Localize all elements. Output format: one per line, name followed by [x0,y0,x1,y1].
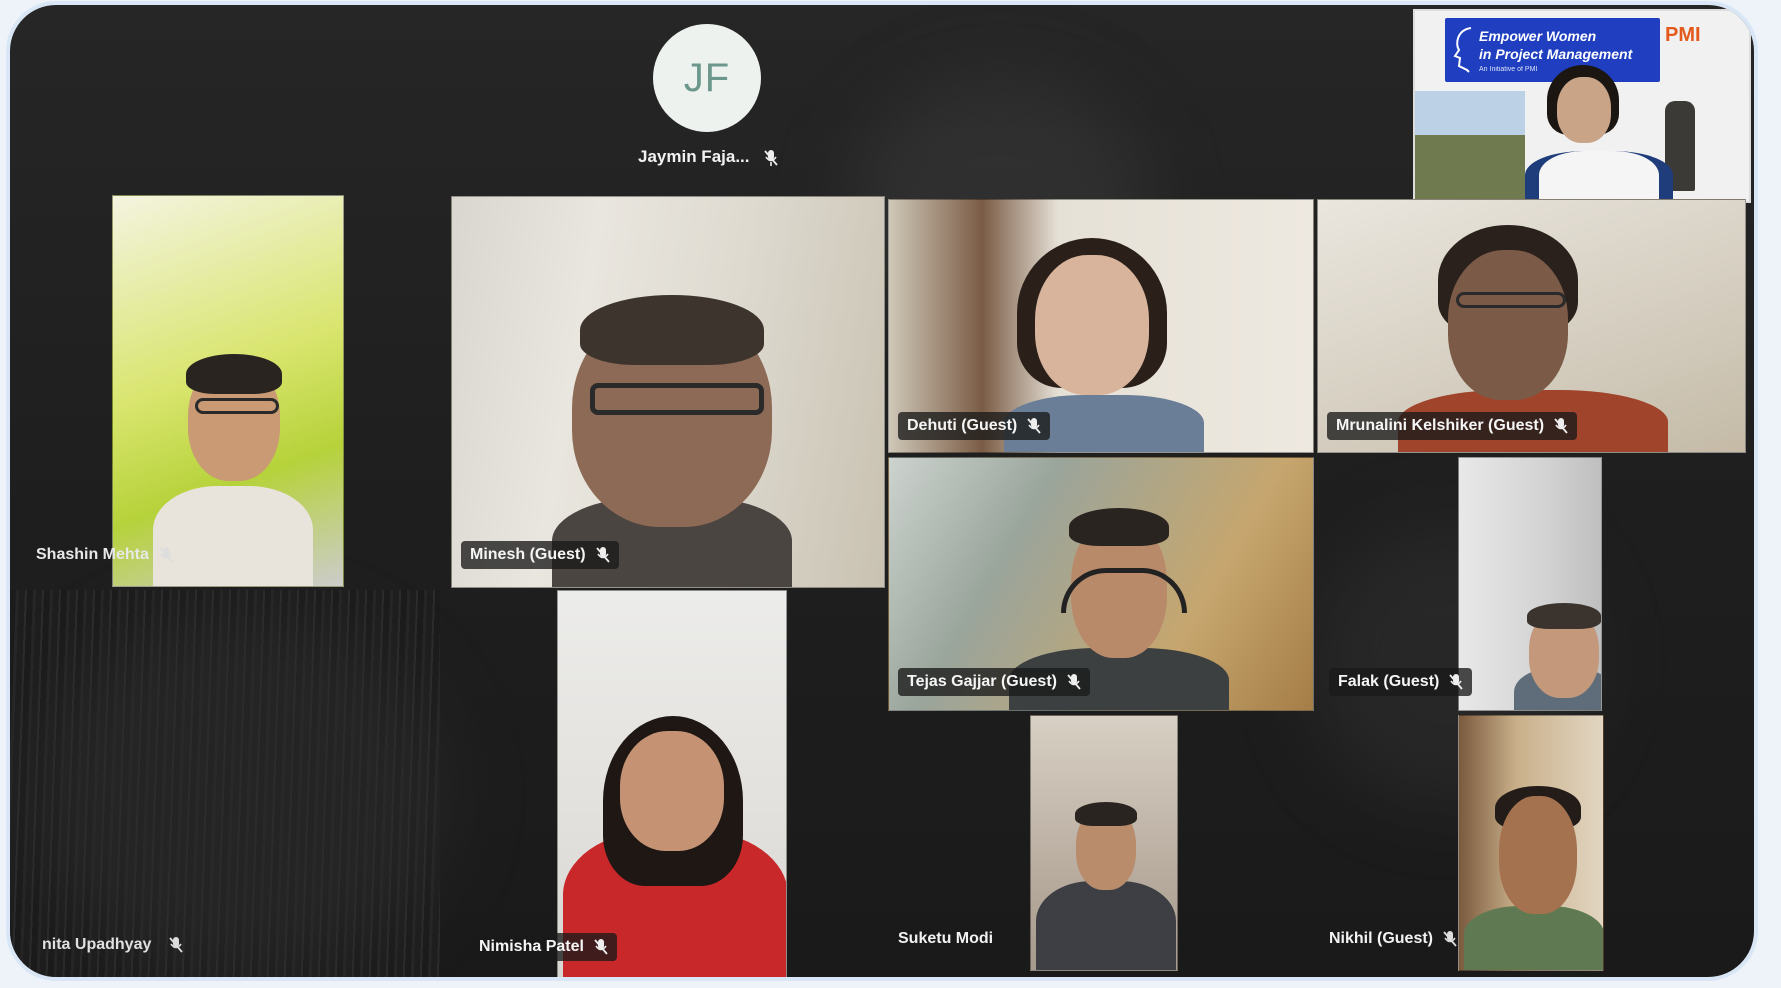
participant-name-label: Falak (Guest) [1338,673,1440,690]
name-label-tejas: Tejas Gajjar (Guest) [898,668,1090,696]
background-blur [30,615,450,975]
name-label-nikhil: Nikhil (Guest) [1329,930,1457,948]
participant-name-label: Dehuti (Guest) [907,417,1018,434]
mic-off-icon [1554,417,1568,435]
participant-name-label: Suketu Modi [898,930,994,947]
mic-off-icon [594,938,608,956]
profile-silhouette-icon [1453,27,1472,73]
name-label-falak: Falak (Guest) [1329,668,1473,696]
video-tile-minesh[interactable] [451,196,885,588]
participant-name-label: Mrunalini Kelshiker (Guest) [1336,417,1545,434]
pmi-logo: PMI [1665,24,1701,46]
avatar-jf[interactable]: JF [653,24,761,132]
headset-icon [1061,568,1187,613]
video-tile-suketu[interactable] [1030,715,1178,971]
name-label-suketu: Suketu Modi [898,930,993,948]
video-tile-falak[interactable] [1458,457,1602,711]
event-banner: Empower Women in Project Management An I… [1445,18,1660,82]
participant-name-jaymin: Jaymin Faja... [638,147,778,167]
name-label-shashin: Shashin Mehta [36,546,173,564]
name-label-minesh: Minesh (Guest) [461,541,619,569]
video-tile-shashin[interactable] [112,195,344,587]
mic-off-icon [1027,417,1041,435]
participant-name-label: Jaymin Faja... [638,147,750,166]
name-label-anita: nita Upadhyay [42,936,184,954]
mic-off-icon [1443,930,1457,948]
participant-name-label: Tejas Gajjar (Guest) [907,673,1057,690]
video-tile-nimisha[interactable] [557,590,787,977]
video-tile-nikhil[interactable] [1458,715,1604,971]
banner-title-line1: Empower Women [1479,28,1597,44]
banner-title-line2: in Project Management [1479,46,1633,62]
participant-name-label: Nimisha Patel [479,938,584,955]
name-label-mrunalini: Mrunalini Kelshiker (Guest) [1327,412,1578,440]
presenter-video-tile[interactable]: Empower Women in Project Management An I… [1413,9,1751,203]
name-label-dehuti: Dehuti (Guest) [898,412,1051,440]
banner-subtitle: An Initiative of PMI [1479,66,1538,73]
mic-off-icon [159,546,173,564]
participant-name-label: Nikhil (Guest) [1329,930,1434,947]
participant-name-label: Minesh (Guest) [470,546,586,563]
name-label-nimisha: Nimisha Patel [470,933,617,961]
meeting-screen-frame: JF Jaymin Faja... Empower Women in Proje… [10,5,1754,977]
mic-off-icon [764,149,778,167]
mic-off-icon [169,936,184,954]
mic-off-icon [1067,673,1081,691]
mic-off-icon [1449,673,1464,691]
participant-name-label: nita Upadhyay [42,936,152,953]
participant-name-label: Shashin Mehta [36,546,149,563]
background-landscape [1415,91,1525,201]
mic-off-icon [595,546,610,564]
